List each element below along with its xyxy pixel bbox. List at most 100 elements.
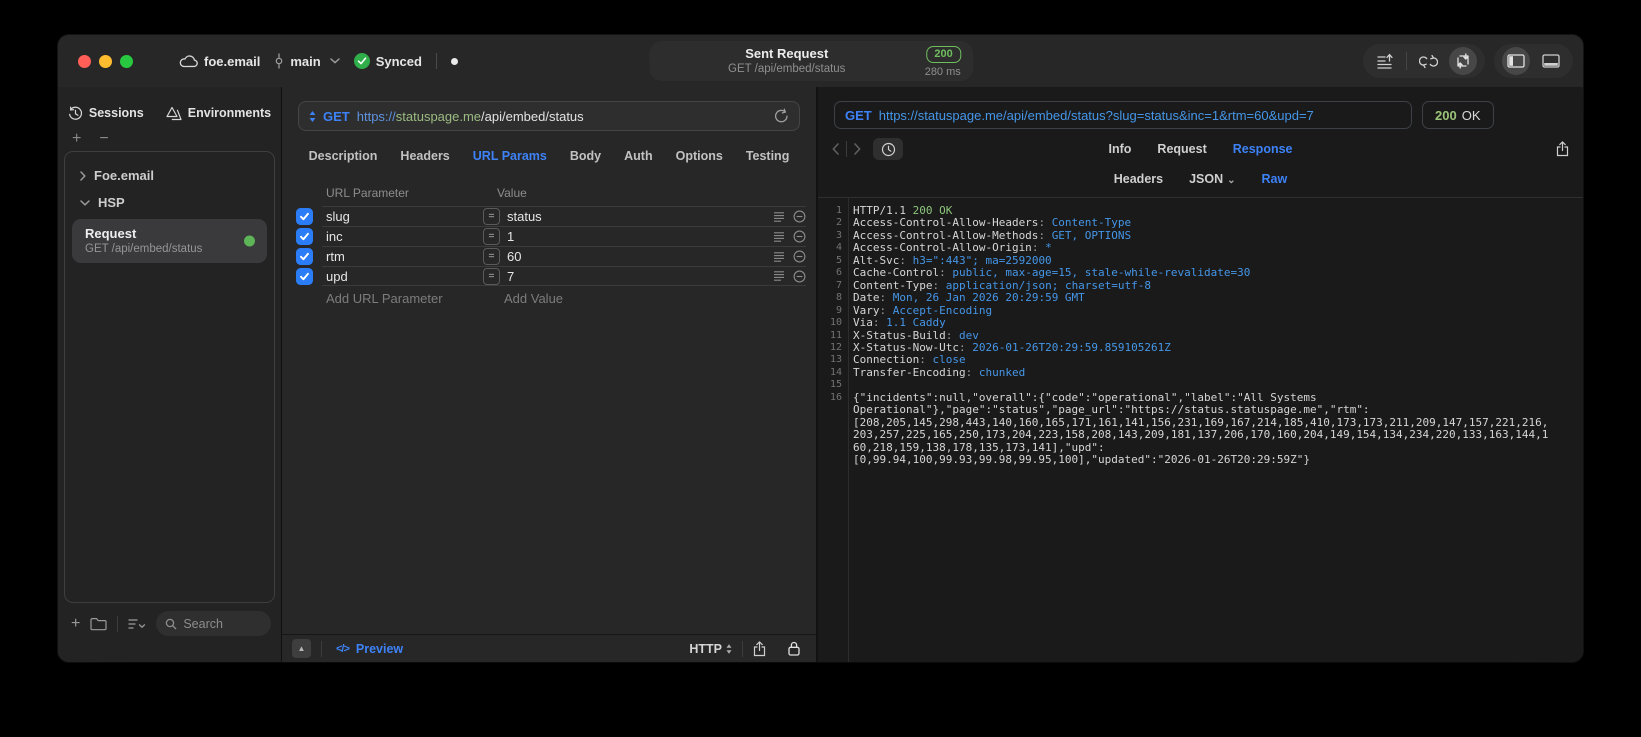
response-tabs: Info Request Response [1109, 142, 1293, 156]
remove-param-icon[interactable] [793, 210, 806, 223]
tab-json[interactable]: JSON ⌄ [1189, 172, 1235, 186]
tree-request-item[interactable]: Request GET /api/embed/status [72, 219, 267, 263]
environments-icon [166, 106, 182, 121]
param-enabled-checkbox[interactable] [296, 227, 313, 245]
search-placeholder: Search [183, 616, 223, 631]
tab-testing[interactable]: Testing [746, 149, 790, 163]
remove-param-icon[interactable] [793, 230, 806, 243]
equals-icon: = [483, 267, 500, 285]
tab-request[interactable]: Request [1157, 142, 1206, 156]
tab-auth[interactable]: Auth [624, 149, 652, 163]
request-status-dot [244, 235, 255, 247]
param-value-cell[interactable]: 60 [507, 249, 773, 264]
sidebar-tab-sessions[interactable]: Sessions [68, 106, 144, 121]
minimize-window-button[interactable] [99, 54, 112, 68]
synced-check-icon [353, 53, 370, 69]
response-url-box[interactable]: GET https://statuspage.me/api/embed/stat… [834, 101, 1412, 129]
param-enabled-checkbox[interactable] [296, 267, 313, 285]
reorder-handle-icon[interactable] [773, 211, 785, 223]
sidebar-search-input[interactable]: Search [156, 611, 271, 636]
request-url[interactable]: https://statuspage.me/api/embed/status [357, 109, 584, 124]
remove-param-icon[interactable] [793, 250, 806, 263]
branch-selector[interactable]: main [274, 53, 340, 69]
request-tabs: Description Headers URL Params Body Auth Opti… [282, 146, 816, 166]
project-button[interactable]: foe.email [179, 54, 260, 69]
sent-request-pill[interactable]: Sent Request GET /api/embed/status 200 2… [648, 41, 973, 81]
add-value[interactable]: Add Value [504, 291, 563, 306]
url-scheme: https:// [356, 108, 396, 124]
reorder-handle-icon[interactable] [773, 231, 785, 243]
tab-description[interactable]: Description [309, 149, 378, 163]
tab-url-params[interactable]: URL Params [473, 149, 547, 163]
collapse-panel-button[interactable]: ▲ [292, 639, 311, 658]
response-history-button[interactable] [873, 138, 903, 160]
remove-session-button[interactable]: − [99, 130, 108, 148]
commit-icon [274, 53, 284, 69]
tab-headers[interactable]: Headers [1114, 172, 1163, 186]
resend-request-icon[interactable] [774, 108, 789, 124]
history-forward-icon[interactable] [854, 143, 861, 155]
chevron-right-icon [80, 170, 86, 181]
response-status-code: 200 [1435, 107, 1457, 123]
toggle-bottom-panel-icon[interactable] [1537, 47, 1565, 75]
reorder-handle-icon[interactable] [773, 251, 785, 263]
param-value-cell[interactable]: status [507, 209, 773, 224]
chevron-down-icon [329, 58, 340, 64]
sidebar-tab-environments[interactable]: Environments [166, 106, 271, 121]
footer-divider [321, 640, 322, 657]
param-name-cell[interactable]: rtm [322, 249, 483, 264]
sync-status-label: Synced [375, 53, 422, 69]
param-name-cell[interactable]: inc [322, 229, 483, 244]
tab-raw[interactable]: Raw [1262, 172, 1288, 186]
method-selector-icon[interactable] [309, 110, 316, 122]
param-value-cell[interactable]: 1 [507, 229, 773, 244]
param-name-cell[interactable]: upd [322, 269, 483, 284]
response-raw-view[interactable]: 1 HTTP/1.1 200 OK 2 Access-Control-Allow-He… [818, 198, 1583, 662]
toggle-left-panel-icon[interactable] [1502, 47, 1530, 75]
preview-button[interactable]: </> Preview [336, 642, 403, 656]
param-enabled-checkbox[interactable] [296, 207, 313, 225]
import-export-icon[interactable] [1449, 47, 1477, 75]
sync-loops-icon[interactable] [1414, 47, 1442, 75]
request-url-bar[interactable]: GET https://statuspage.me/api/embed/stat… [298, 101, 800, 131]
panel-collapse-icon: ▲ [297, 644, 306, 653]
response-subtabs: Headers JSON ⌄ Raw [818, 167, 1583, 191]
add-url-parameter[interactable]: Add URL Parameter [326, 291, 504, 306]
request-method[interactable]: GET [323, 109, 350, 124]
sort-filter-icon[interactable] [128, 618, 146, 630]
url-params-editor: URL Parameter Value slug = status inc = 1 rtm =… [282, 184, 816, 634]
tree-group-foe-email[interactable]: Foe.email [65, 162, 274, 189]
remove-param-icon[interactable] [793, 270, 806, 283]
export-list-icon[interactable] [1371, 47, 1399, 75]
param-value-cell[interactable]: 7 [507, 269, 773, 284]
tree-group-label: HSP [98, 195, 125, 210]
protocol-selector[interactable]: HTTP [689, 642, 732, 656]
sync-status-button[interactable]: Synced [353, 53, 422, 69]
reorder-handle-icon[interactable] [773, 270, 785, 282]
param-row-inc: inc = 1 [282, 226, 816, 246]
tab-info[interactable]: Info [1109, 142, 1132, 156]
param-name-cell[interactable]: slug [322, 209, 483, 224]
tree-group-hsp[interactable]: HSP [65, 189, 274, 216]
titlebar: foe.email main Synced Sent Request GET /… [58, 35, 1583, 87]
zoom-window-button[interactable] [120, 54, 133, 68]
toolbar-group-requests [1363, 44, 1485, 78]
add-session-button[interactable]: + [72, 130, 81, 148]
code-line: 14 Transfer-Encoding: chunked [829, 365, 1026, 379]
add-request-button[interactable]: + [71, 615, 80, 631]
lock-icon[interactable] [788, 641, 800, 656]
tab-options[interactable]: Options [676, 149, 723, 163]
history-back-icon[interactable] [832, 143, 839, 155]
export-response-icon[interactable] [1556, 141, 1569, 157]
share-icon[interactable] [753, 640, 766, 657]
tab-body[interactable]: Body [570, 149, 601, 163]
nav-divider [846, 141, 847, 157]
close-window-button[interactable] [78, 54, 91, 68]
param-row-upd: upd = 7 [282, 266, 816, 286]
response-url: https://statuspage.me/api/embed/status?s… [878, 107, 1314, 123]
cloud-icon [179, 54, 198, 68]
param-enabled-checkbox[interactable] [296, 247, 313, 265]
tab-headers[interactable]: Headers [400, 149, 449, 163]
new-folder-icon[interactable] [90, 617, 107, 631]
tab-response[interactable]: Response [1233, 142, 1293, 156]
